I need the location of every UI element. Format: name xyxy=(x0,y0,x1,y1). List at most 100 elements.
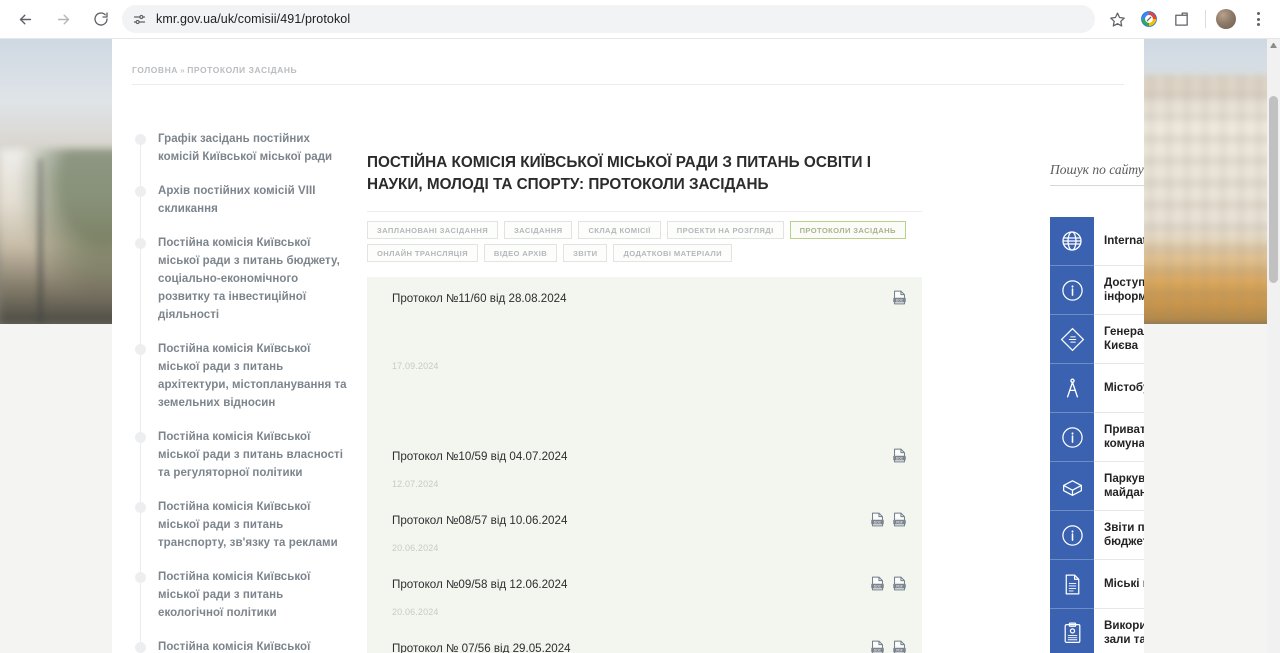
quick-link-5[interactable]: Паркувальні майданчики xyxy=(1050,462,1144,511)
bullet-icon xyxy=(135,572,146,583)
address-bar[interactable]: kmr.gov.ua/uk/comisii/491/protokol xyxy=(122,5,1095,33)
back-button[interactable] xyxy=(10,4,40,34)
tune-icon[interactable] xyxy=(132,12,147,27)
parking-box-icon xyxy=(1050,462,1094,511)
breadcrumb-current: ПРОТОКОЛИ ЗАСІДАНЬ xyxy=(187,65,298,75)
doc-icon[interactable]: DOC xyxy=(869,511,886,528)
site-content-card: ГОЛОВНА» ПРОТОКОЛИ ЗАСІДАНЬ Графік засіда… xyxy=(112,39,1144,653)
breadcrumb-home[interactable]: ГОЛОВНА xyxy=(132,65,178,75)
protocol-title[interactable]: Протокол №08/57 від 10.06.2024 xyxy=(392,513,894,529)
avatar xyxy=(1216,9,1236,29)
quick-link-1[interactable]: Доступ до публічної інформації xyxy=(1050,266,1144,315)
protocol-row: Протокол №10/59 від 04.07.2024 12.07.2024… xyxy=(367,435,922,499)
compass-divider-icon xyxy=(1050,364,1094,413)
arrow-right-icon xyxy=(57,14,69,24)
tab-1[interactable]: ЗАСІДАННЯ xyxy=(504,221,573,239)
doc-icon[interactable]: DOC xyxy=(891,447,908,464)
search-input[interactable] xyxy=(1050,158,1144,182)
sidebar-item-7[interactable]: Постійна комісія Київської міської ради … xyxy=(132,637,347,653)
pdf-icon[interactable]: PDF xyxy=(891,575,908,592)
protocol-row: Протокол № 07/56 від 29.05.202404.06.202… xyxy=(367,627,922,653)
info-circle-icon xyxy=(1050,511,1094,560)
protocol-title[interactable]: Протокол №10/59 від 04.07.2024 xyxy=(392,449,894,465)
tab-6[interactable]: ВІДЕО АРХІВ xyxy=(483,244,558,262)
svg-text:PDF: PDF xyxy=(896,584,903,588)
sidebar-item-5[interactable]: Постійна комісія Київської міської ради … xyxy=(132,497,347,551)
bullet-icon xyxy=(135,238,146,249)
protocol-file-links: DOC xyxy=(891,289,908,306)
quick-links-list: International RelationsДоступ до публічн… xyxy=(1050,217,1144,653)
doc-icon[interactable]: DOC xyxy=(869,575,886,592)
protocol-file-links: DOC PDF xyxy=(869,639,908,653)
tab-0[interactable]: ЗАПЛАНОВАНІ ЗАСІДАННЯ xyxy=(367,221,499,239)
quick-link-label: Доступ до публічної інформації xyxy=(1094,266,1144,315)
profile-button[interactable] xyxy=(1212,5,1240,33)
reload-icon xyxy=(94,12,108,26)
svg-text:DOC: DOC xyxy=(874,584,882,588)
sidebar-item-label: Постійна комісія Київської міської ради … xyxy=(158,571,311,619)
tab-7[interactable]: ЗВІТИ xyxy=(563,244,608,262)
site-search xyxy=(1050,155,1144,189)
protocol-file-links: DOC PDF xyxy=(869,575,908,592)
breadcrumb: ГОЛОВНА» ПРОТОКОЛИ ЗАСІДАНЬ xyxy=(132,65,297,75)
page-scrollbar-thumb[interactable] xyxy=(1269,96,1278,283)
protocol-row: Протокол №08/57 від 10.06.2024 20.06.2024… xyxy=(367,499,922,563)
quick-link-6[interactable]: Звіти про виконання бюджету міста Києва xyxy=(1050,511,1144,560)
svg-text:DOC: DOC xyxy=(874,520,882,524)
tab-4[interactable]: ПРОТОКОЛИ ЗАСІДАНЬ xyxy=(789,221,906,239)
sidebar-item-2[interactable]: Постійна комісія Київської міської ради … xyxy=(132,233,347,323)
sidebar-item-4[interactable]: Постійна комісія Київської міської ради … xyxy=(132,427,347,481)
bookmark-star-button[interactable] xyxy=(1103,5,1131,33)
sidebar-item-label: Графік засідань постійних комісій Київсь… xyxy=(158,133,333,163)
bullet-icon xyxy=(135,344,146,355)
quick-link-3[interactable]: Містобудівний кадастр xyxy=(1050,364,1144,413)
chrome-menu-button[interactable] xyxy=(1244,5,1272,33)
quick-link-label: Звіти про виконання бюджету міста Києва xyxy=(1094,511,1144,560)
protocol-date: 20.06.2024 xyxy=(392,543,439,553)
sidebar-item-label: Постійна комісія Київської міської ради … xyxy=(158,431,343,479)
tab-8[interactable]: ДОДАТКОВІ МАТЕРІАЛИ xyxy=(613,244,732,262)
bullet-icon xyxy=(135,502,146,513)
quick-link-0[interactable]: International Relations xyxy=(1050,217,1144,266)
quick-link-7[interactable]: Міські цільові програми xyxy=(1050,560,1144,609)
document-icon xyxy=(1050,560,1094,609)
protocol-title[interactable]: Протокол №11/60 від 28.08.2024 xyxy=(392,291,894,307)
quick-link-label: Використання колонної зали та конференц … xyxy=(1094,609,1144,653)
tab-3[interactable]: ПРОЕКТИ НА РОЗГЛЯДІ xyxy=(666,221,784,239)
tab-5[interactable]: ОНЛАЙН ТРАНСЛЯЦІЯ xyxy=(367,244,478,262)
scroll-up-arrow-icon[interactable] xyxy=(1270,43,1277,48)
quick-link-2[interactable]: Генеральний план міста Києва xyxy=(1050,315,1144,364)
bullet-icon xyxy=(135,642,146,653)
quick-link-4[interactable]: Приватизація та оренда комунального майн… xyxy=(1050,413,1144,462)
split-screen-button[interactable] xyxy=(1167,5,1195,33)
background-building-right xyxy=(1135,75,1280,324)
reload-button[interactable] xyxy=(86,4,116,34)
split-screen-icon xyxy=(1174,11,1188,26)
pdf-icon[interactable]: PDF xyxy=(891,511,908,528)
protocol-date: 17.09.2024 xyxy=(392,361,439,371)
toolbar-divider xyxy=(1205,10,1206,28)
kebab-menu-icon xyxy=(1256,12,1260,26)
colorwheel-icon xyxy=(1141,11,1157,27)
tab-2[interactable]: СКЛАД КОМІСІЇ xyxy=(578,221,661,239)
forward-button[interactable] xyxy=(48,4,78,34)
quick-link-label: Містобудівний кадастр xyxy=(1094,364,1144,413)
protocol-title[interactable]: Протокол № 07/56 від 29.05.2024 xyxy=(392,641,894,653)
protocol-file-links: DOC PDF xyxy=(869,511,908,528)
sidebar-item-0[interactable]: Графік засідань постійних комісій Київсь… xyxy=(132,129,347,165)
svg-text:DOC: DOC xyxy=(896,298,904,302)
background-lamp-post xyxy=(38,159,43,324)
info-circle-icon xyxy=(1050,413,1094,462)
sidebar-item-1[interactable]: Архів постійних комісій VIII скликання xyxy=(132,181,347,217)
sidebar-item-6[interactable]: Постійна комісія Київської міської ради … xyxy=(132,567,347,621)
bullet-icon xyxy=(135,186,146,197)
extension-button[interactable] xyxy=(1135,5,1163,33)
protocol-title[interactable]: Протокол №09/58 від 12.06.2024 xyxy=(392,577,894,593)
sidebar-item-3[interactable]: Постійна комісія Київської міської ради … xyxy=(132,339,347,411)
doc-icon[interactable]: DOC xyxy=(869,639,886,653)
quick-link-8[interactable]: Використання колонної зали та конференц … xyxy=(1050,609,1144,653)
quick-link-label: Приватизація та оренда комунального майн… xyxy=(1094,413,1144,462)
quick-link-label: Міські цільові програми xyxy=(1094,560,1144,609)
doc-icon[interactable]: DOC xyxy=(891,289,908,306)
pdf-icon[interactable]: PDF xyxy=(891,639,908,653)
